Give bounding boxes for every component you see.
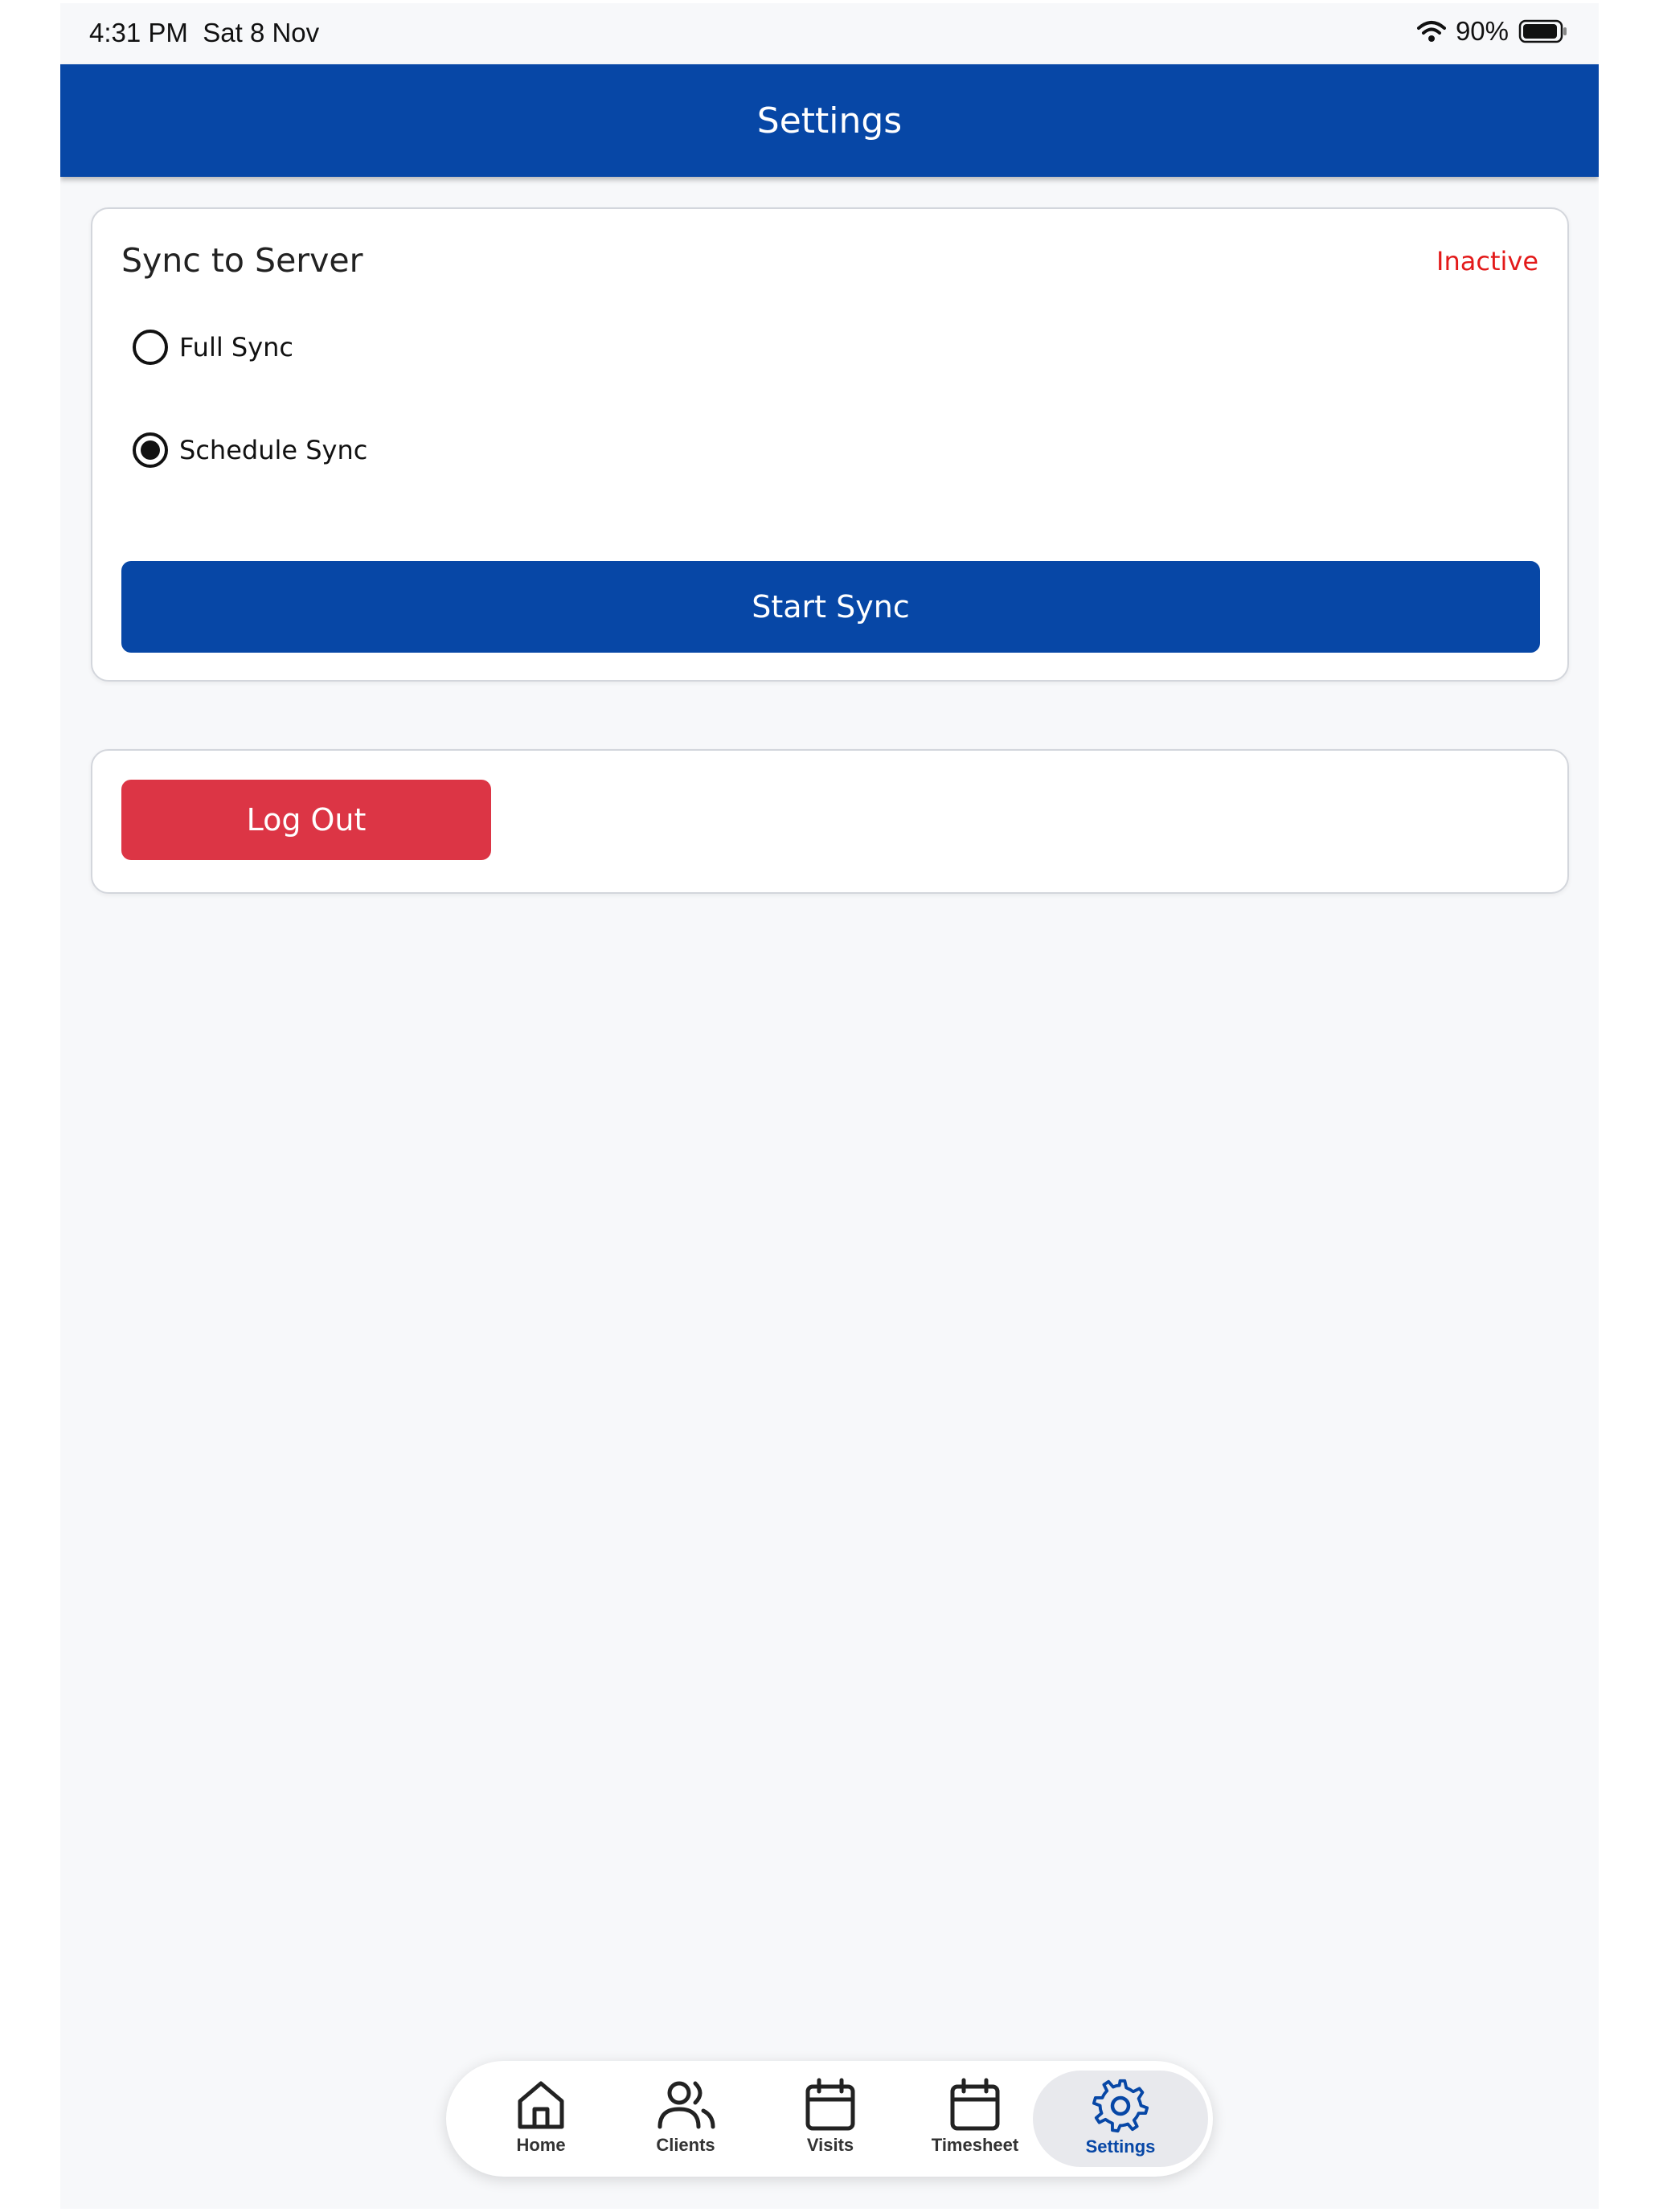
full-sync-label: Full Sync xyxy=(179,332,294,363)
start-sync-button[interactable]: Start Sync xyxy=(121,561,1540,653)
tab-timesheet[interactable]: Timesheet xyxy=(903,2071,1047,2167)
full-sync-option[interactable]: Full Sync xyxy=(133,330,293,365)
tab-clients-label: Clients xyxy=(656,2135,715,2155)
wifi-icon xyxy=(1416,21,1446,42)
status-time: 4:31 PM xyxy=(89,18,188,47)
calendar-icon xyxy=(950,2078,1000,2131)
calendar-icon xyxy=(805,2078,855,2131)
logout-card: Log Out xyxy=(91,749,1569,894)
full-sync-radio[interactable] xyxy=(133,330,168,365)
status-date: Sat 8 Nov xyxy=(203,18,320,47)
schedule-sync-option[interactable]: Schedule Sync xyxy=(133,432,367,468)
sync-card-title: Sync to Server xyxy=(121,241,363,280)
radio-selected-dot xyxy=(141,440,160,460)
tab-timesheet-label: Timesheet xyxy=(931,2135,1019,2155)
users-icon xyxy=(657,2081,715,2129)
bottom-tab-bar: Home Clients Visits Timesheet Settings xyxy=(446,2061,1213,2177)
tab-settings[interactable]: Settings xyxy=(1033,2071,1208,2167)
page-title: Settings xyxy=(756,100,903,141)
tab-home-label: Home xyxy=(516,2135,566,2155)
schedule-sync-radio[interactable] xyxy=(133,432,168,468)
gear-icon xyxy=(1092,2079,1149,2133)
sync-card: Sync to Server Inactive Full Sync Schedu… xyxy=(91,207,1569,682)
status-time-date: 4:31 PM Sat 8 Nov xyxy=(89,18,319,48)
app-screen: 4:31 PM Sat 8 Nov 90% Settings Sync to S… xyxy=(60,3,1599,2209)
log-out-button[interactable]: Log Out xyxy=(121,780,491,860)
tab-clients[interactable]: Clients xyxy=(613,2071,758,2167)
status-bar: 4:31 PM Sat 8 Nov 90% xyxy=(60,3,1599,64)
schedule-sync-label: Schedule Sync xyxy=(179,435,368,465)
tab-settings-label: Settings xyxy=(1085,2136,1156,2157)
sync-status-badge: Inactive xyxy=(1436,246,1538,276)
battery-icon xyxy=(1518,19,1567,43)
home-icon xyxy=(518,2081,564,2129)
status-indicators: 90% xyxy=(1416,16,1568,47)
page-header: Settings xyxy=(60,64,1599,177)
tab-home[interactable]: Home xyxy=(469,2071,613,2167)
tab-visits-label: Visits xyxy=(806,2135,854,2155)
tab-visits[interactable]: Visits xyxy=(758,2071,903,2167)
battery-percent: 90% xyxy=(1455,16,1509,46)
